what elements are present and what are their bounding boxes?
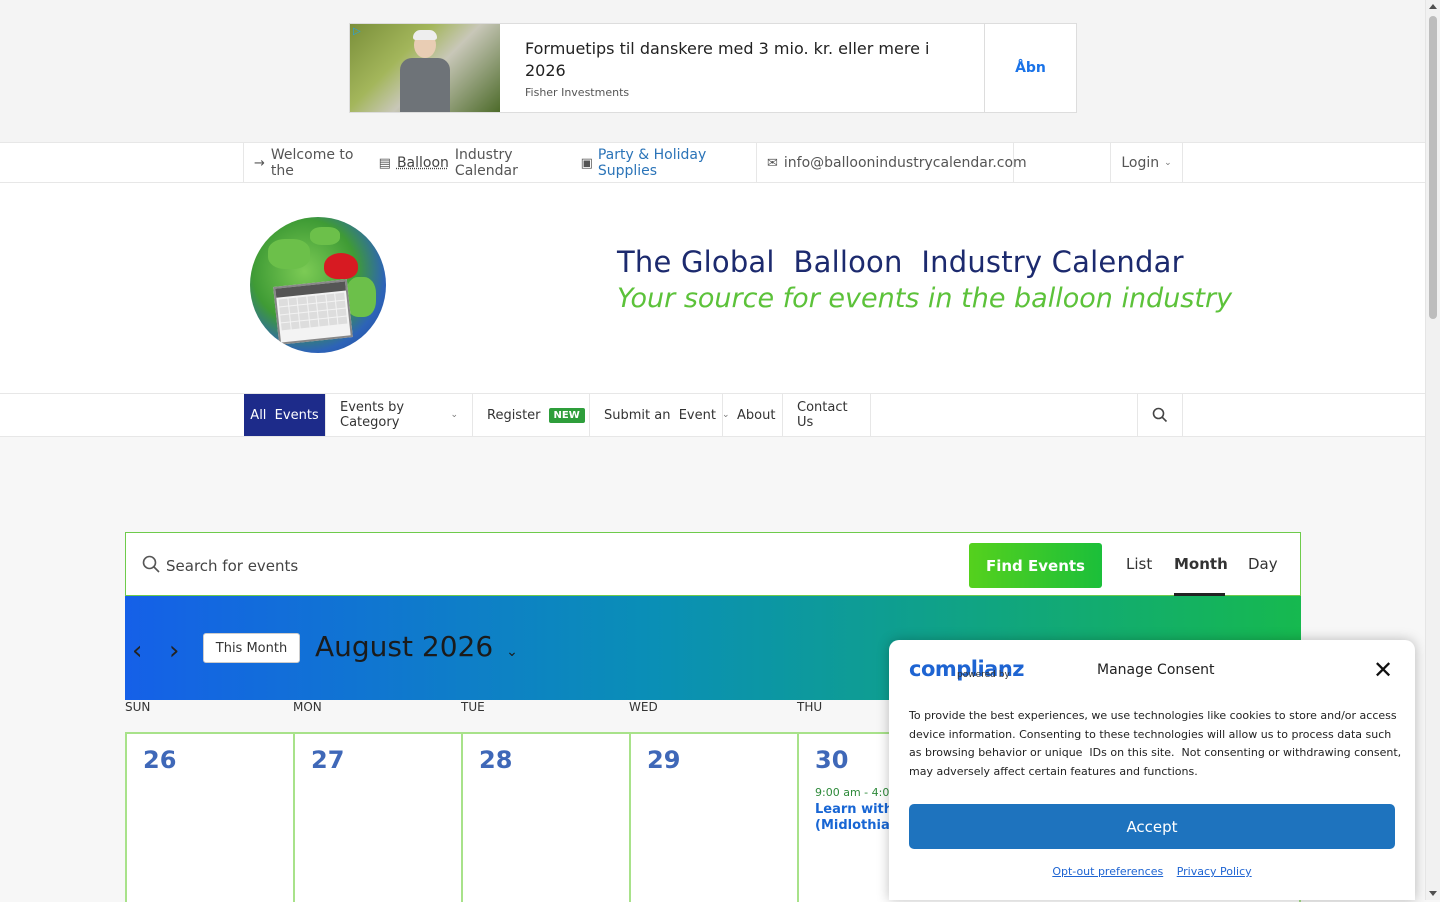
view-month[interactable]: Month	[1174, 555, 1228, 573]
powered-by-text: powered by	[957, 670, 1010, 680]
event-time: 9:00 am - 4:0	[815, 786, 890, 799]
nav-submit-event-label[interactable]: Submit an Event	[604, 408, 716, 423]
nav-all-events-label[interactable]: All Events	[250, 408, 318, 423]
nav-register[interactable]: Register NEW	[473, 394, 590, 436]
welcome-prefix: Welcome to the	[270, 147, 354, 179]
event-title-line[interactable]: Learn with	[815, 802, 899, 818]
next-month-icon[interactable]: ›	[169, 636, 179, 666]
consent-dialog: complianz powered by Manage Consent ✕ To…	[889, 640, 1415, 900]
ad-open-button[interactable]: Åbn	[984, 24, 1076, 112]
nav-events-by-category-label[interactable]: Events by Category	[340, 400, 444, 430]
arrow-right-icon: →	[254, 155, 265, 171]
weekday-thu: THU	[797, 700, 823, 714]
nav-about-label[interactable]: About	[737, 408, 775, 423]
page-scrollbar[interactable]	[1425, 0, 1440, 900]
event-search-bar: Search for events Find Events List Month…	[125, 532, 1301, 596]
opt-out-preferences-link[interactable]: Opt-out preferences	[1052, 865, 1163, 878]
weekday-tue: TUE	[461, 700, 485, 714]
welcome-text: → Welcome to the ▤ Balloon Industry Cale…	[243, 143, 757, 183]
nav-register-label[interactable]: Register	[487, 408, 541, 423]
adchoices-icon[interactable]: ▷	[353, 26, 361, 37]
nav-submit-event[interactable]: Submit an Event ⌄	[590, 394, 730, 436]
close-icon[interactable]: ✕	[1373, 656, 1393, 684]
nav-contact[interactable]: Contact Us	[783, 394, 871, 436]
day-number[interactable]: 28	[479, 746, 512, 774]
newspaper-icon: ▤	[378, 155, 391, 171]
event-title-line[interactable]: (Midlothian	[815, 818, 899, 834]
ad-sponsor: Fisher Investments	[525, 86, 630, 99]
consent-message: To provide the best experiences, we use …	[909, 709, 1405, 778]
nav-contact-label[interactable]: Contact Us	[797, 400, 856, 430]
nav-search-button[interactable]	[1137, 394, 1183, 436]
day-number[interactable]: 30	[815, 746, 848, 774]
chevron-down-icon: ⌄	[1164, 158, 1172, 168]
main-nav: All Events Events by Category ⌄ Register…	[0, 393, 1425, 437]
calendar-day[interactable]: 29	[629, 734, 797, 902]
chevron-down-icon: ⌄	[506, 644, 518, 660]
site-tagline: Your source for events in the balloon in…	[617, 283, 1233, 314]
view-day[interactable]: Day	[1248, 555, 1278, 573]
scroll-down-icon[interactable]	[1429, 891, 1437, 896]
email-text[interactable]: info@balloonindustrycalendar.com	[784, 155, 1027, 171]
consent-links: Opt-out preferences Privacy Policy	[889, 865, 1415, 878]
ad-image[interactable]: ▷	[350, 24, 500, 112]
ad-headline[interactable]: Formuetips til danskere med 3 mio. kr. e…	[525, 38, 955, 82]
welcome-abbr: Balloon	[396, 155, 449, 171]
party-supplies-link[interactable]: Party & Holiday Supplies	[598, 147, 757, 179]
envelope-icon: ✉	[767, 155, 778, 171]
day-number[interactable]: 26	[143, 746, 176, 774]
nav-about[interactable]: About	[723, 394, 783, 436]
day-number[interactable]: 27	[311, 746, 344, 774]
find-events-button[interactable]: Find Events	[969, 543, 1102, 588]
chevron-down-icon: ⌄	[450, 410, 458, 420]
calendar-day[interactable]: 26	[125, 734, 293, 902]
store-icon: ▣	[580, 155, 593, 171]
month-datepicker[interactable]: August 2026 ⌄	[315, 630, 518, 663]
day-number[interactable]: 29	[647, 746, 680, 774]
consent-title: Manage Consent	[1097, 662, 1215, 678]
new-badge: NEW	[548, 407, 585, 423]
scrollbar-thumb[interactable]	[1429, 16, 1437, 319]
site-logo[interactable]	[250, 217, 386, 353]
weekday-wed: WED	[629, 700, 658, 714]
login-menu[interactable]: Login ⌄	[1110, 143, 1183, 183]
search-icon	[142, 555, 160, 573]
ad-banner[interactable]: ▷ Formuetips til danskere med 3 mio. kr.…	[349, 23, 1077, 113]
welcome-suffix: Industry Calendar	[454, 147, 518, 179]
view-list[interactable]: List	[1126, 555, 1152, 573]
ad-person-image	[400, 30, 450, 112]
previous-month-icon[interactable]: ‹	[132, 636, 142, 666]
scroll-up-icon[interactable]	[1429, 4, 1437, 9]
month-label[interactable]: August 2026	[315, 630, 493, 663]
weekday-sun: SUN	[125, 700, 151, 714]
site-header: The Global Balloon Industry Calendar You…	[0, 183, 1425, 394]
calendar-day[interactable]: 28	[461, 734, 629, 902]
privacy-policy-link[interactable]: Privacy Policy	[1177, 865, 1252, 878]
nav-all-events[interactable]: All Events	[244, 394, 326, 436]
top-bar: → Welcome to the ▤ Balloon Industry Cale…	[0, 142, 1425, 183]
event-search-input[interactable]: Search for events	[166, 557, 298, 575]
nav-events-by-category[interactable]: Events by Category ⌄	[326, 394, 473, 436]
login-label[interactable]: Login	[1121, 155, 1159, 171]
site-title: The Global Balloon Industry Calendar	[617, 245, 1184, 279]
this-month-button[interactable]: This Month	[203, 633, 300, 663]
ad-region: ▷ Formuetips til danskere med 3 mio. kr.…	[0, 0, 1425, 142]
event-title-link[interactable]: Learn with (Midlothian	[815, 802, 899, 834]
email-link[interactable]: ✉ info@balloonindustrycalendar.com	[756, 143, 1027, 183]
accept-button[interactable]: Accept	[909, 804, 1395, 849]
calendar-day[interactable]: 27	[293, 734, 461, 902]
search-icon	[1152, 407, 1168, 423]
weekday-mon: MON	[293, 700, 322, 714]
